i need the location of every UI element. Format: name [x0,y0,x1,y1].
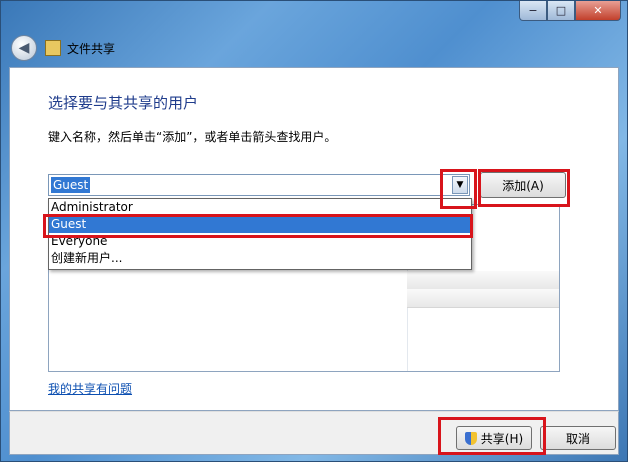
window-controls: − □ ✕ [519,1,621,21]
user-combo-box[interactable]: Guest ▼ [48,174,470,196]
share-button[interactable]: 共享(H) [456,426,532,450]
help-link[interactable]: 我的共享有问题 [48,380,132,397]
dropdown-item-guest[interactable]: Guest [49,216,471,233]
back-arrow-icon[interactable]: ◀ [11,35,37,61]
maximize-button[interactable]: □ [547,1,575,21]
file-share-icon [45,40,61,56]
combo-value[interactable]: Guest [51,177,91,193]
share-button-label: 共享(H) [480,431,524,446]
close-button[interactable]: ✕ [575,1,621,21]
add-button[interactable]: 添加(A) [480,172,566,198]
dropdown-arrow-icon[interactable]: ▼ [452,176,468,194]
list-row [407,271,559,290]
content-panel: 选择要与其共享的用户 键入名称，然后单击“添加”，或者单击箭头查找用户。 Gue… [9,67,619,411]
list-row [407,289,559,308]
dropdown-item-create-user[interactable]: 创建新用户... [49,250,471,267]
user-dropdown-list[interactable]: Administrator Guest Everyone 创建新用户... [48,198,472,270]
page-title: 选择要与其共享的用户 [48,94,199,112]
navigation-bar: ◀ 文件共享 [11,35,115,61]
minimize-button[interactable]: − [519,1,547,21]
cancel-button[interactable]: 取消 [540,426,616,450]
window-title: 文件共享 [67,41,116,56]
dropdown-item-everyone[interactable]: Everyone [49,233,471,250]
file-share-window: − □ ✕ ◀ 文件共享 选择要与其共享的用户 键入名称，然后单击“添加”，或者… [0,0,628,462]
dropdown-item-administrator[interactable]: Administrator [49,199,471,216]
footer-bar: 共享(H) 取消 [9,411,619,455]
uac-shield-icon [464,431,477,445]
instruction-text: 键入名称，然后单击“添加”，或者单击箭头查找用户。 [48,130,337,144]
